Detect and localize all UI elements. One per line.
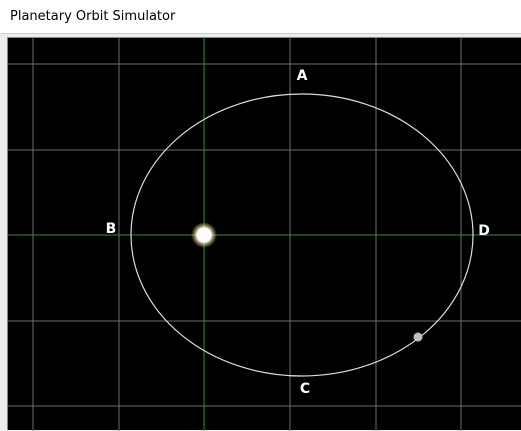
title-bar: Planetary Orbit Simulator bbox=[0, 0, 521, 34]
star bbox=[191, 222, 217, 248]
star-core bbox=[196, 227, 212, 243]
app-window: Planetary Orbit Simulator A B C D bbox=[0, 0, 521, 431]
orbit-canvas[interactable]: A B C D bbox=[7, 37, 521, 431]
orbit-view: A B C D bbox=[8, 38, 521, 431]
point-label-b: B bbox=[106, 221, 117, 237]
window-title: Planetary Orbit Simulator bbox=[10, 9, 176, 24]
planet-icon[interactable] bbox=[413, 332, 423, 342]
point-label-a: A bbox=[297, 68, 308, 84]
point-label-c: C bbox=[300, 381, 310, 397]
point-label-d: D bbox=[478, 223, 490, 239]
